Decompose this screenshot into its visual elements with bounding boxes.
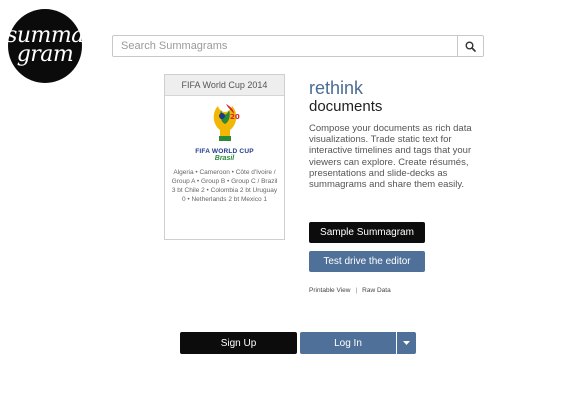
raw-data-link[interactable]: Raw Data	[362, 287, 391, 294]
emblem-caption-line1: FIFA WORLD CUP	[195, 148, 254, 155]
world-cup-emblem: 20	[165, 102, 284, 146]
sign-up-button[interactable]: Sign Up	[180, 332, 297, 354]
card-tags: Algeria • Cameroon • Côte d'Ivoire / Gro…	[171, 169, 278, 203]
svg-text:20: 20	[230, 113, 240, 121]
summagram-logo[interactable]: summa gram	[6, 9, 84, 83]
caret-down-icon	[403, 340, 410, 345]
featured-summagram-card[interactable]: FIFA World Cup 2014 20 FIFA WORLD CUP Br…	[164, 74, 285, 240]
view-links: Printable View | Raw Data	[309, 287, 391, 294]
tagline-line1: rethink	[309, 78, 364, 98]
search-icon	[465, 41, 476, 52]
search-input[interactable]	[113, 36, 457, 56]
description-text: Compose your documents as rich data visu…	[309, 123, 472, 191]
search-button[interactable]	[457, 36, 483, 56]
tagline: rethink documents	[309, 78, 382, 116]
sample-summagram-button[interactable]: Sample Summagram	[309, 222, 425, 243]
card-title: FIFA World Cup 2014	[165, 75, 284, 96]
logo-text-line2: gram	[16, 42, 74, 67]
printable-view-link[interactable]: Printable View	[309, 287, 350, 294]
link-separator: |	[355, 287, 358, 294]
emblem-caption-line2: Brasil	[214, 155, 235, 162]
log-in-button[interactable]: Log In	[300, 332, 396, 354]
tagline-line2: documents	[309, 98, 383, 115]
trophy-emblem-icon: 20	[213, 104, 240, 141]
emblem-caption: FIFA WORLD CUP Brasil	[165, 148, 284, 162]
log-in-dropdown-button[interactable]	[397, 332, 416, 354]
test-drive-editor-button[interactable]: Test drive the editor	[309, 251, 425, 272]
search-bar	[112, 35, 484, 57]
